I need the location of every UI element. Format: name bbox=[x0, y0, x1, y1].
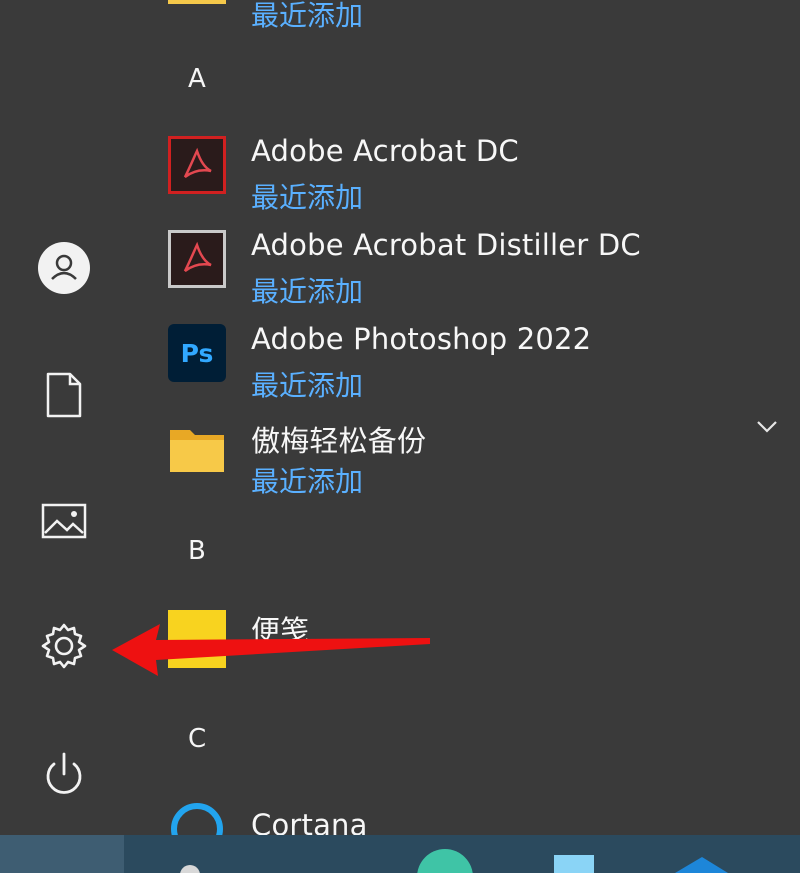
start-menu: 最近添加 A Adobe Acrobat DC 最近添加 Adobe Acrob… bbox=[0, 0, 800, 835]
app-subtitle: 最近添加 bbox=[251, 181, 364, 214]
section-letter-b[interactable]: B bbox=[188, 536, 206, 566]
documents-button[interactable] bbox=[24, 360, 104, 430]
pictures-icon bbox=[41, 503, 87, 539]
app-name: 傲梅轻松备份 bbox=[251, 424, 427, 458]
pictures-button[interactable] bbox=[24, 486, 104, 556]
list-item-sticky-notes[interactable]: 便笺 bbox=[168, 610, 798, 700]
start-menu-rail bbox=[0, 0, 128, 835]
app-list: 最近添加 A Adobe Acrobat DC 最近添加 Adobe Acrob… bbox=[128, 0, 800, 835]
documents-icon bbox=[46, 372, 82, 418]
section-letter-c[interactable]: C bbox=[188, 724, 206, 754]
acrobat-icon bbox=[168, 136, 226, 194]
photoshop-icon: Ps bbox=[168, 324, 226, 382]
app-subtitle: 最近添加 bbox=[251, 465, 364, 498]
app-subtitle: 最近添加 bbox=[251, 0, 364, 32]
app-name: Cortana bbox=[251, 808, 368, 835]
list-item-adobe-acrobat-distiller-dc[interactable]: Adobe Acrobat Distiller DC 最近添加 bbox=[168, 228, 798, 320]
folder-icon bbox=[168, 420, 226, 478]
app-name: Adobe Acrobat Distiller DC bbox=[251, 228, 641, 262]
taskbar bbox=[0, 835, 800, 873]
app-name: Adobe Photoshop 2022 bbox=[251, 322, 592, 356]
sticky-notes-icon bbox=[168, 610, 226, 668]
list-item-partial[interactable]: 最近添加 bbox=[168, 0, 798, 44]
taskbar-app-icons bbox=[180, 849, 728, 873]
cortana-icon bbox=[171, 803, 223, 835]
app-subtitle: 最近添加 bbox=[251, 275, 364, 308]
list-item-adobe-photoshop-2022[interactable]: Ps Adobe Photoshop 2022 最近添加 bbox=[168, 322, 798, 414]
app-name: 便笺 bbox=[251, 614, 310, 648]
section-letter-a[interactable]: A bbox=[188, 64, 206, 94]
app-name: Adobe Acrobat DC bbox=[251, 134, 519, 168]
chevron-down-icon[interactable] bbox=[752, 414, 782, 438]
app-subtitle: 最近添加 bbox=[251, 369, 364, 402]
settings-icon bbox=[41, 623, 87, 669]
list-item-aomei-backupper[interactable]: 傲梅轻松备份 最近添加 bbox=[168, 420, 798, 510]
user-account-button[interactable] bbox=[24, 233, 104, 303]
folder-icon bbox=[168, 0, 226, 4]
settings-button[interactable] bbox=[24, 611, 104, 681]
list-item-adobe-acrobat-dc[interactable]: Adobe Acrobat DC 最近添加 bbox=[168, 134, 798, 226]
user-icon bbox=[38, 242, 90, 294]
power-button[interactable] bbox=[24, 740, 104, 810]
acrobat-distiller-icon bbox=[168, 230, 226, 288]
power-icon bbox=[46, 752, 82, 794]
list-item-cortana[interactable]: Cortana bbox=[168, 800, 798, 835]
